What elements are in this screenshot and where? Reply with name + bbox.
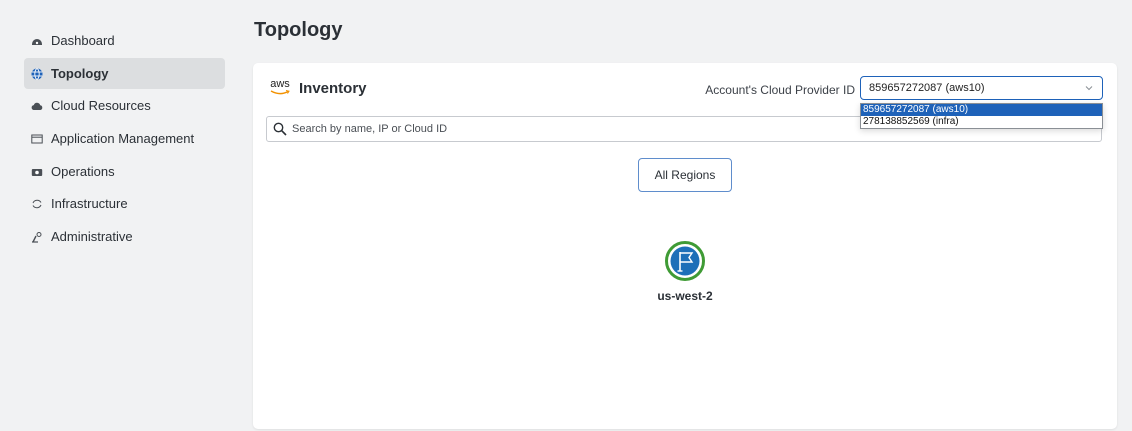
sidebar-item-topology[interactable]: Topology [24,58,225,89]
sidebar-item-label: Application Management [51,131,195,146]
sidebar-item-label: Operations [51,164,115,179]
region-label: us-west-2 [657,289,713,303]
sidebar-item-cloud-resources[interactable]: Cloud Resources [24,90,225,121]
sidebar-item-label: Infrastructure [51,196,128,211]
sidebar-item-dashboard[interactable]: Dashboard [24,25,225,56]
sidebar-item-label: Topology [51,66,109,81]
flag-icon [665,241,705,281]
inventory-header: aws Inventory [269,79,367,97]
all-regions-button[interactable]: All Regions [638,158,732,192]
search-icon [273,122,287,136]
sidebar-item-administrative[interactable]: Administrative [24,221,225,252]
sidebar-item-operations[interactable]: Operations [24,156,225,187]
sidebar-item-label: Cloud Resources [51,98,151,113]
globe-icon [31,67,43,80]
region-node-us-west-2[interactable]: us-west-2 [651,241,719,303]
account-option-infra[interactable]: 278138852569 (infra) [861,116,1102,128]
sidebar: Dashboard Topology Cloud Resources Appli… [0,0,240,431]
chevron-down-icon [1085,86,1093,91]
aws-logo-icon: aws [269,79,291,97]
cloud-provider-id-label: Account's Cloud Provider ID [705,83,855,97]
app-window-icon [31,133,43,145]
dashboard-icon [31,35,43,47]
account-option-aws10[interactable]: 859657272087 (aws10) [861,104,1102,116]
admin-icon [31,231,43,243]
account-dropdown-list: 859657272087 (aws10) 278138852569 (infra… [860,103,1103,129]
inventory-title: Inventory [299,79,367,97]
refresh-icon [31,198,43,210]
sidebar-item-application-management[interactable]: Application Management [24,123,225,154]
sidebar-item-label: Administrative [51,229,133,244]
page-title: Topology [254,19,343,41]
sidebar-item-label: Dashboard [51,33,115,48]
sidebar-item-infrastructure[interactable]: Infrastructure [24,188,225,219]
inventory-card: aws Inventory Account's Cloud Provider I… [253,63,1117,429]
selected-account-value: 859657272087 (aws10) [869,82,985,94]
cloud-provider-id-select[interactable]: 859657272087 (aws10) [860,76,1103,100]
camera-icon [31,166,43,178]
cloud-icon [31,100,43,112]
